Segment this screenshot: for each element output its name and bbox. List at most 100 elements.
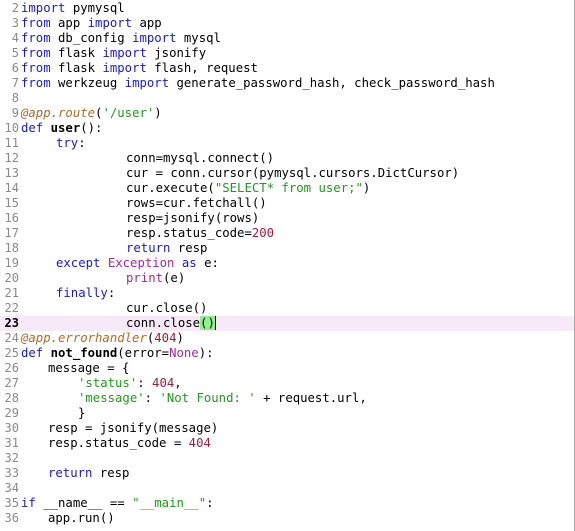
line-number: 16	[4, 211, 19, 225]
code-line[interactable]: 34	[0, 481, 574, 496]
code-text: resp = jsonify(message)	[48, 421, 218, 436]
keyword-token: except	[56, 256, 101, 270]
code-line[interactable]: 33 return resp	[0, 466, 574, 481]
line-number: 22	[4, 301, 19, 315]
code-line[interactable]: 21 finally:	[0, 286, 574, 301]
keyword-token: return	[48, 466, 93, 480]
code-line[interactable]: 26 message = {	[0, 361, 574, 376]
code-text: from db_config import mysql	[21, 31, 221, 46]
keyword-token: import	[124, 76, 170, 90]
keyword-token: finally	[56, 286, 108, 300]
code-line[interactable]: 36 app.run()	[0, 511, 574, 526]
current-code-line[interactable]: 23 conn.close()	[0, 316, 574, 331]
code-line[interactable]: 32	[0, 451, 574, 466]
code-token: resp.status_code =	[48, 436, 189, 450]
code-line[interactable]: 19 except Exception as e:	[0, 256, 574, 271]
keyword-token: def	[21, 346, 44, 360]
code-line[interactable]: 8	[0, 91, 574, 106]
code-line[interactable]: 35 if __name__ == "__main__":	[0, 496, 574, 511]
keyword-token: from	[21, 46, 51, 60]
number-token: 404	[188, 436, 211, 450]
code-token: )	[154, 106, 162, 120]
code-token: resp	[92, 466, 130, 480]
code-line[interactable]: 28 'message': 'Not Found: ' + request.url…	[0, 391, 574, 406]
code-token: )	[362, 181, 371, 195]
code-token: ():	[80, 121, 103, 135]
line-number: 28	[4, 391, 19, 405]
code-line[interactable]: 3 from app import app	[0, 16, 574, 31]
code-line[interactable]: 24 @app.errorhandler(404)	[0, 331, 574, 346]
keyword-token: import	[87, 16, 133, 30]
code-line[interactable]: 25 def not_found(error=None):	[0, 346, 574, 361]
code-line[interactable]: 16 resp=jsonify(rows)	[0, 211, 574, 226]
code-line[interactable]: 10 def user():	[0, 121, 574, 136]
code-line[interactable]: 7 from werkzeug import generate_password_…	[0, 76, 574, 91]
code-token: app.run()	[48, 511, 115, 525]
code-line[interactable]: 20 print(e)	[0, 271, 574, 286]
line-number: 25	[4, 346, 19, 360]
code-line[interactable]: 14 cur.execute("SELECT* from user;")	[0, 181, 574, 196]
code-line[interactable]: 4 from db_config import mysql	[0, 31, 574, 46]
function-name-token: user	[50, 121, 81, 135]
string-token: "SELECT* from user;"	[214, 181, 363, 195]
code-line[interactable]: 22 cur.close()	[0, 301, 574, 316]
string-token: "__main__"	[132, 496, 207, 510]
code-line[interactable]: 5 from flask import jsonify	[0, 46, 574, 61]
line-number: 29	[4, 406, 19, 420]
line-number: 30	[4, 421, 19, 435]
code-text: from werkzeug import generate_password_h…	[21, 76, 495, 91]
code-line[interactable]: 17 resp.status_code=200	[0, 226, 574, 241]
code-token: e:	[196, 256, 219, 270]
code-line[interactable]: 2 import pymysql	[0, 1, 574, 16]
code-line[interactable]: 9 @app.route('/user')	[0, 106, 574, 121]
code-line[interactable]: 6 from flask import flash, request	[0, 61, 574, 76]
code-token: flask	[50, 46, 103, 60]
code-line[interactable]: 30 resp = jsonify(message)	[0, 421, 574, 436]
code-line[interactable]: 18 return resp	[0, 241, 574, 256]
line-number: 35	[4, 496, 19, 510]
builtin-token: print	[126, 271, 164, 285]
keyword-token: from	[21, 16, 51, 30]
keyword-token: import	[21, 1, 66, 15]
code-token: flash, request	[146, 61, 258, 75]
keyword-token: as	[181, 256, 197, 270]
code-text: conn.close()	[126, 316, 216, 331]
code-text: @app.errorhandler(404)	[21, 331, 184, 346]
line-number: 20	[4, 271, 19, 285]
code-line[interactable]: 11 try:	[0, 136, 574, 151]
code-text: resp.status_code=200	[126, 226, 274, 241]
keyword-token: def	[21, 121, 44, 135]
line-number: 4	[11, 31, 19, 45]
line-number: 36	[4, 511, 19, 525]
code-token: conn=mysql.connect()	[126, 151, 275, 165]
line-number: 15	[4, 196, 19, 210]
keyword-token: from	[21, 76, 51, 90]
code-text: }	[78, 406, 85, 421]
code-token: resp=jsonify(rows)	[126, 211, 260, 225]
line-number: 13	[4, 166, 19, 180]
code-token: conn.close	[126, 316, 201, 330]
code-line[interactable]: 13 cur = conn.cursor(pymysql.cursors.Dict…	[0, 166, 574, 181]
number-token: 404	[154, 331, 177, 345]
bracket-match-highlight: ()	[200, 316, 215, 330]
keyword-token: import	[102, 61, 147, 75]
code-text: return resp	[126, 241, 207, 256]
code-text: 'status': 404,	[78, 376, 182, 391]
code-line[interactable]: 27 'status': 404,	[0, 376, 574, 391]
code-token: rows=cur.fetchall()	[126, 196, 267, 210]
code-token: mysql	[176, 31, 221, 45]
code-text: return resp	[48, 466, 129, 481]
code-editor[interactable]: 2 import pymysql 3 from app import app 4 from…	[0, 0, 575, 531]
code-token: (error=	[117, 346, 170, 360]
code-line[interactable]: 29}	[0, 406, 574, 421]
line-number: 5	[11, 46, 19, 60]
code-token: db_config	[50, 31, 133, 45]
code-line[interactable]: 31 resp.status_code = 404	[0, 436, 574, 451]
code-line[interactable]: 15 rows=cur.fetchall()	[0, 196, 574, 211]
keyword-token: from	[21, 31, 51, 45]
code-text: from flask import flash, request	[21, 61, 258, 76]
code-line[interactable]: 12 conn=mysql.connect()	[0, 151, 574, 166]
code-token: resp = jsonify(message)	[48, 421, 219, 435]
code-token: :	[206, 496, 214, 510]
